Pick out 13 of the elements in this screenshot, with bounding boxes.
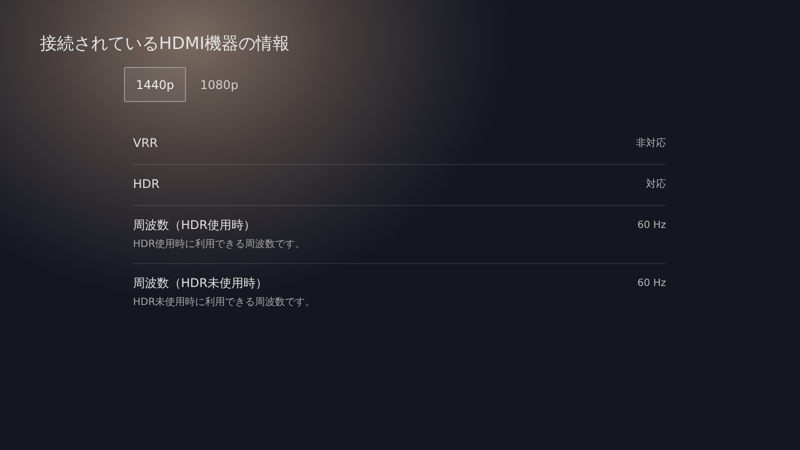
setting-value: 60 Hz xyxy=(637,219,666,233)
setting-value: 60 Hz xyxy=(637,277,666,291)
setting-value: 対応 xyxy=(646,178,666,192)
setting-description: HDR使用時に利用できる周波数です。 xyxy=(133,238,306,252)
setting-label: 周波数（HDR未使用時） xyxy=(133,275,268,292)
setting-value: 非対応 xyxy=(636,136,666,151)
setting-label: 周波数（HDR使用時） xyxy=(133,217,256,234)
page-title: 接続されているHDMI機器の情報 xyxy=(40,33,290,55)
resolution-tab[interactable]: 1440p xyxy=(124,67,186,102)
setting-label: HDR xyxy=(133,176,160,193)
setting-label: VRR xyxy=(133,135,158,152)
setting-description: HDR未使用時に利用できる周波数です。 xyxy=(133,296,316,310)
resolution-tab[interactable]: 1080p xyxy=(188,67,250,102)
